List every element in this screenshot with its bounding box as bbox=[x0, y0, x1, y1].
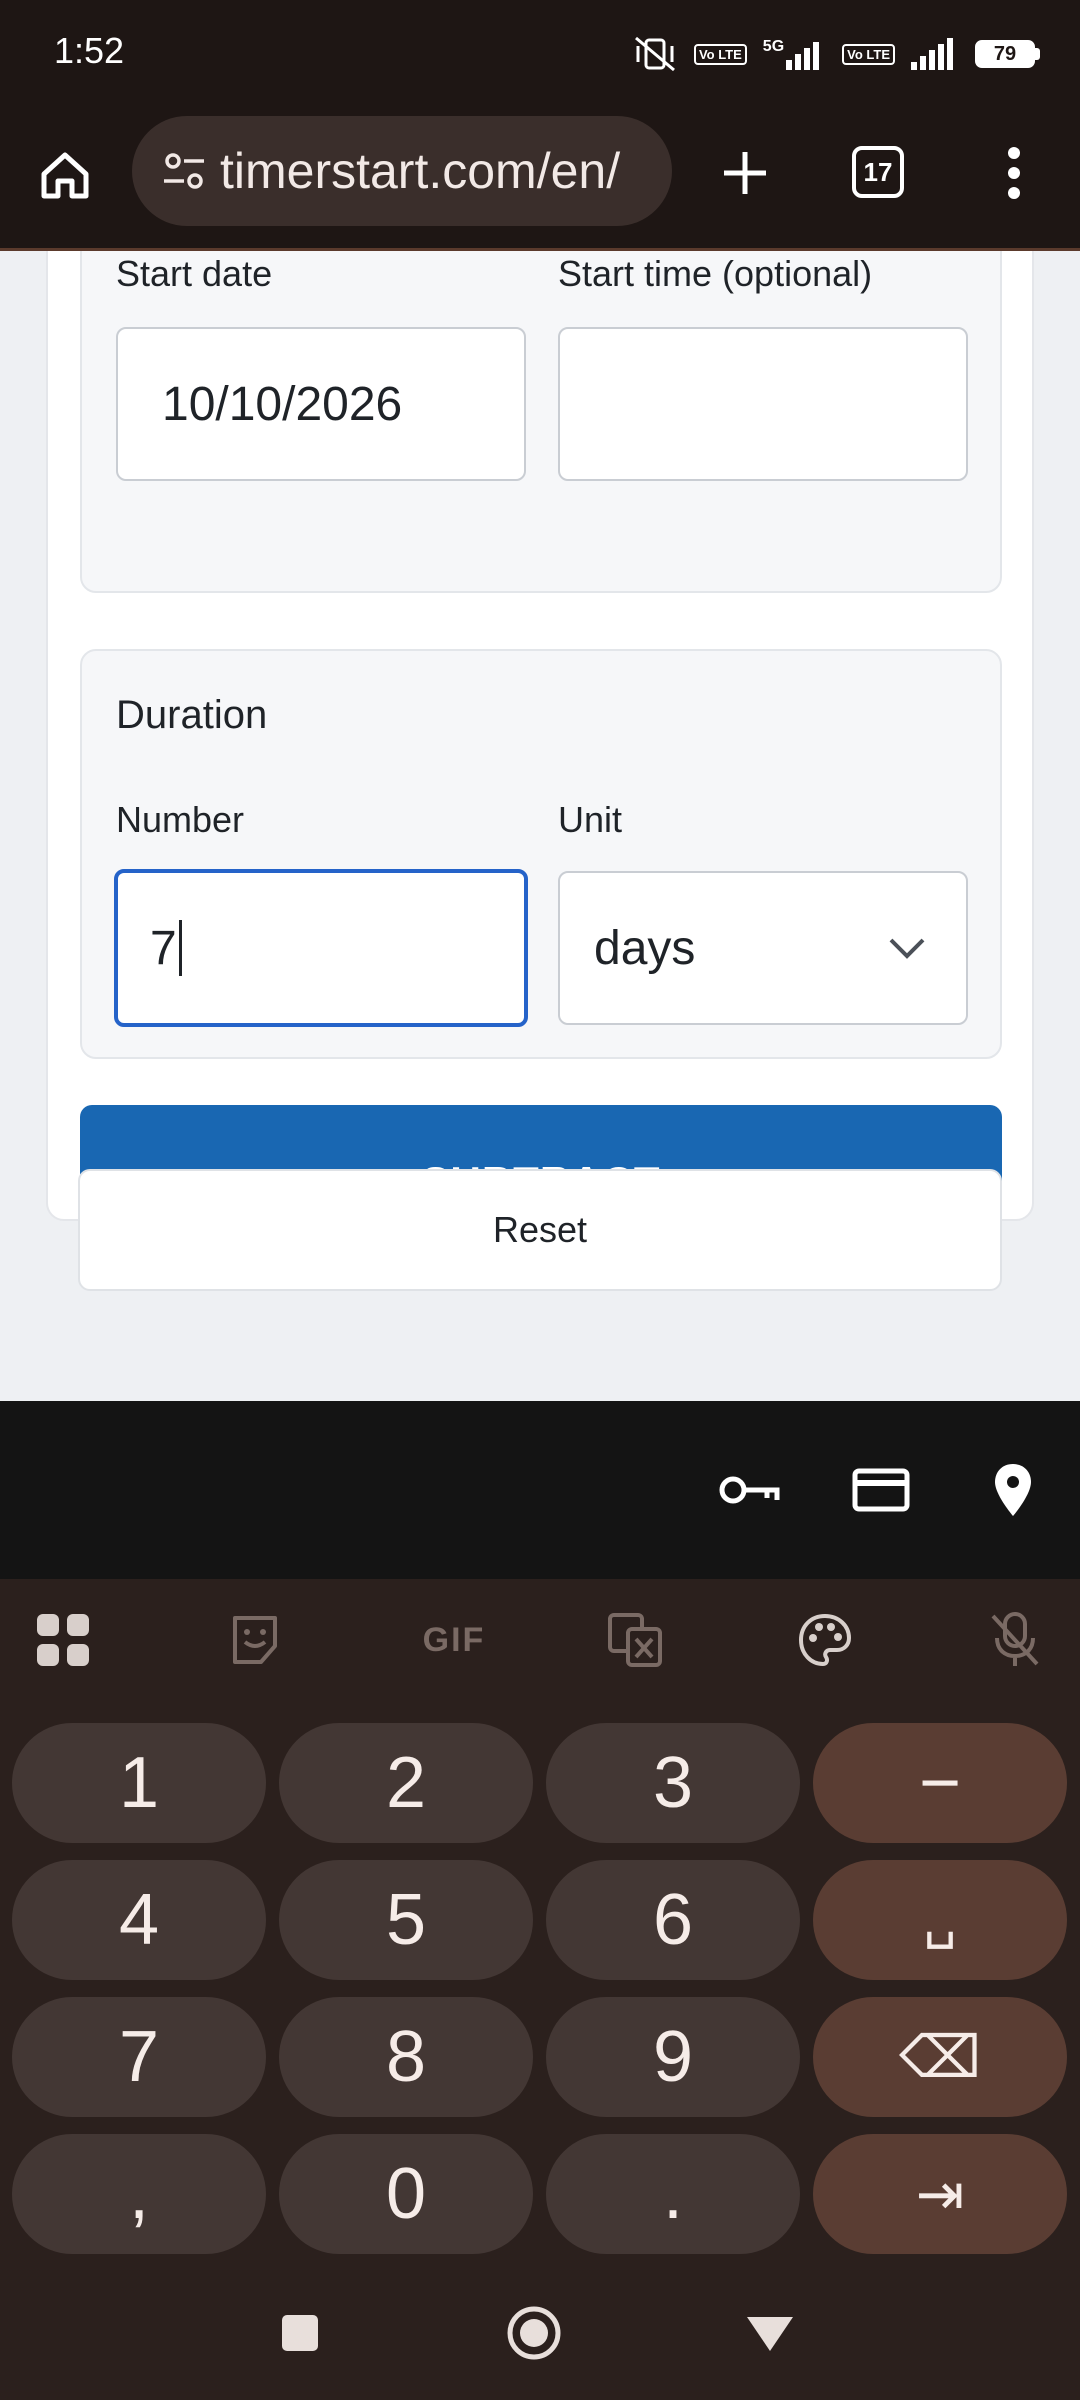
translate-button[interactable] bbox=[600, 1605, 670, 1675]
unit-select[interactable]: days bbox=[558, 871, 968, 1025]
start-panel: Start date Start time (optional) 10/10/2… bbox=[80, 251, 1002, 593]
nav-back-button[interactable] bbox=[738, 2301, 802, 2365]
vibrate-off-icon bbox=[634, 36, 675, 72]
signal-bars-icon bbox=[786, 42, 820, 70]
text-caret bbox=[178, 920, 182, 976]
url-text: timerstart.com/en/ bbox=[220, 143, 621, 199]
translate-icon bbox=[608, 1613, 662, 1667]
palette-icon bbox=[798, 1613, 852, 1667]
nav-recents-button[interactable] bbox=[268, 2301, 332, 2365]
numeric-keyboard: GIF 1 2 3 − 4 5 6 ␣ 7 8 9 ⌫ , 0 . ⇥ bbox=[0, 1579, 1080, 2400]
key-backspace[interactable]: ⌫ bbox=[813, 1997, 1067, 2117]
home-button[interactable] bbox=[30, 140, 100, 210]
voice-input-button[interactable] bbox=[980, 1605, 1050, 1675]
payment-methods-button[interactable] bbox=[846, 1455, 916, 1525]
grid-icon bbox=[37, 1614, 89, 1666]
triangle-down-icon bbox=[747, 2317, 793, 2351]
menu-button[interactable] bbox=[994, 138, 1034, 208]
key-6[interactable]: 6 bbox=[546, 1860, 800, 1980]
key-0[interactable]: 0 bbox=[279, 2134, 533, 2254]
tab-count: 17 bbox=[863, 156, 893, 187]
battery-icon: 79 bbox=[975, 40, 1040, 68]
site-settings-icon bbox=[164, 153, 204, 189]
number-input[interactable]: 7 bbox=[114, 869, 528, 1027]
start-date-value: 10/10/2026 bbox=[162, 377, 403, 431]
status-time: 1:52 bbox=[54, 30, 125, 71]
signal-5g-icon: 5G bbox=[763, 38, 826, 70]
key-3[interactable]: 3 bbox=[546, 1723, 800, 1843]
key-next[interactable]: ⇥ bbox=[813, 2134, 1067, 2254]
mic-off-icon bbox=[991, 1612, 1039, 1666]
nav-home-button[interactable] bbox=[502, 2301, 566, 2365]
start-time-label: Start time (optional) bbox=[558, 253, 873, 294]
unit-label: Unit bbox=[558, 799, 623, 840]
gif-button[interactable]: GIF bbox=[408, 1605, 500, 1675]
reset-button[interactable]: Reset bbox=[78, 1169, 1002, 1291]
volte-badge-1: Vo LTE bbox=[693, 43, 747, 65]
key-8[interactable]: 8 bbox=[279, 1997, 533, 2117]
sticker-button[interactable] bbox=[220, 1605, 290, 1675]
signal-bars-icon-2 bbox=[911, 38, 953, 70]
square-icon bbox=[282, 2315, 318, 2351]
key-comma[interactable]: , bbox=[12, 2134, 266, 2254]
start-date-label: Start date bbox=[116, 253, 273, 294]
address-bar[interactable]: timerstart.com/en/ bbox=[132, 116, 672, 226]
tab-switcher-button[interactable]: 17 bbox=[852, 146, 904, 198]
status-icons: Vo LTE 5G Vo LTE 79 bbox=[632, 30, 1040, 78]
sticker-icon bbox=[233, 1616, 277, 1664]
unit-value: days bbox=[594, 921, 696, 975]
credit-card-icon bbox=[852, 1468, 910, 1512]
web-content: Start date Start time (optional) 10/10/2… bbox=[0, 251, 1080, 1401]
status-bar: 1:52 Vo LTE 5G Vo LTE 79 bbox=[0, 0, 1080, 110]
key-icon bbox=[719, 1476, 780, 1504]
start-time-input[interactable] bbox=[558, 327, 968, 481]
chevron-down-icon bbox=[889, 938, 925, 959]
key-4[interactable]: 4 bbox=[12, 1860, 266, 1980]
key-period[interactable]: . bbox=[546, 2134, 800, 2254]
location-pin-icon bbox=[995, 1464, 1031, 1516]
card-bottom bbox=[46, 1321, 1034, 1322]
duration-panel: Duration Number Unit 7 days bbox=[80, 649, 1002, 1059]
addresses-button[interactable] bbox=[978, 1455, 1048, 1525]
new-tab-button[interactable] bbox=[710, 138, 780, 208]
key-space[interactable]: ␣ bbox=[813, 1860, 1067, 1980]
key-minus[interactable]: − bbox=[813, 1723, 1067, 1843]
browser-toolbar: timerstart.com/en/ 17 bbox=[0, 110, 1080, 251]
key-2[interactable]: 2 bbox=[279, 1723, 533, 1843]
plus-icon bbox=[724, 152, 766, 194]
apps-button[interactable] bbox=[28, 1605, 98, 1675]
number-value: 7 bbox=[150, 921, 177, 975]
start-date-input[interactable]: 10/10/2026 bbox=[116, 327, 526, 481]
volte-badge-2: Vo LTE bbox=[842, 43, 895, 65]
autofill-bar bbox=[0, 1401, 1080, 1579]
more-vert-icon bbox=[1008, 147, 1020, 199]
key-5[interactable]: 5 bbox=[279, 1860, 533, 1980]
key-1[interactable]: 1 bbox=[12, 1723, 266, 1843]
home-icon bbox=[41, 152, 89, 199]
number-label: Number bbox=[116, 799, 245, 840]
battery-level: 79 bbox=[993, 42, 1017, 65]
key-7[interactable]: 7 bbox=[12, 1997, 266, 2117]
passwords-button[interactable] bbox=[714, 1455, 784, 1525]
duration-heading: Duration bbox=[116, 693, 268, 737]
circle-icon bbox=[507, 2306, 561, 2360]
network-type: 5G bbox=[762, 38, 785, 55]
calculator-card: Start date Start time (optional) 10/10/2… bbox=[46, 251, 1034, 1259]
key-9[interactable]: 9 bbox=[546, 1997, 800, 2117]
theme-button[interactable] bbox=[790, 1605, 860, 1675]
